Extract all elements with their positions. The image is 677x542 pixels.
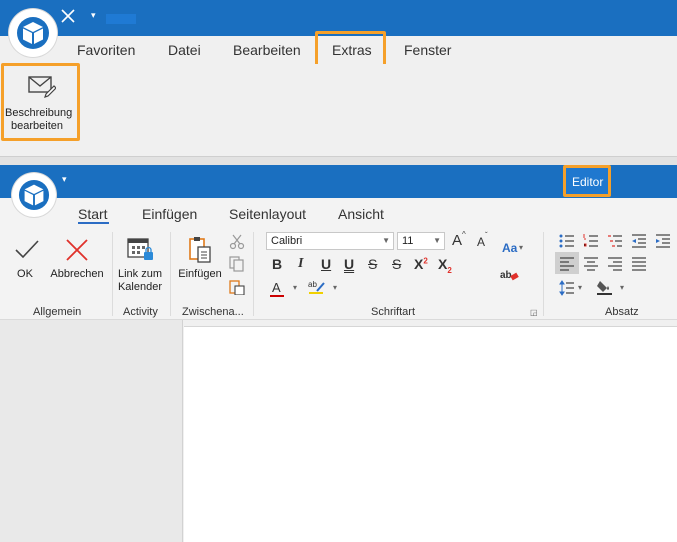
font-color-button[interactable]: A	[272, 280, 281, 295]
group-label-activity: Activity	[123, 306, 158, 318]
menu-datei[interactable]: Datei	[168, 42, 201, 58]
double-strikethrough-button[interactable]: S	[392, 256, 401, 272]
group-divider	[543, 232, 544, 316]
justify-icon[interactable]	[631, 256, 647, 272]
font-size-value: 11	[402, 235, 414, 247]
menu-bearbeiten[interactable]: Bearbeiten	[233, 42, 301, 58]
group-label-font: Schriftart	[371, 306, 416, 318]
subscript-button[interactable]: X2	[438, 256, 452, 275]
align-left-icon[interactable]	[559, 256, 575, 272]
double-underline-button[interactable]: U	[344, 256, 354, 272]
dialog-launcher-icon[interactable]: ◲	[530, 308, 538, 317]
tab-ansicht[interactable]: Ansicht	[338, 206, 384, 222]
line-spacing-icon[interactable]	[559, 280, 575, 296]
strikethrough-button[interactable]: S	[368, 256, 377, 272]
chevron-down-icon: ▾	[519, 243, 524, 252]
link-calendar-label-1[interactable]: Link zum	[115, 268, 165, 281]
font-name-select[interactable]: Calibri ▼	[266, 232, 394, 250]
cut-icon[interactable]	[229, 234, 245, 250]
grow-font-button[interactable]: A	[452, 232, 462, 249]
align-right-icon[interactable]	[607, 256, 623, 272]
group-label-paragraph: Absatz	[605, 306, 639, 318]
chevron-down-icon: ▾	[333, 283, 338, 292]
window-separator	[0, 156, 677, 165]
ok-check-icon	[14, 238, 40, 263]
shading-bucket-icon[interactable]	[596, 278, 612, 295]
paste-special-icon[interactable]	[229, 279, 245, 296]
numbered-list-icon[interactable]	[583, 233, 599, 249]
chevron-down-icon: ▼	[382, 236, 390, 245]
bullet-list-icon[interactable]	[559, 233, 575, 249]
change-case-button[interactable]: Aa	[502, 241, 517, 255]
group-label-allgemein: Allgemein	[33, 306, 82, 318]
link-calendar-label-2[interactable]: Kalender	[115, 281, 165, 294]
cancel-x-icon	[65, 238, 89, 265]
tab-einfuegen[interactable]: Einfügen	[142, 206, 197, 222]
left-pane	[0, 320, 183, 542]
menu-fenster[interactable]: Fenster	[404, 42, 451, 58]
title-bar-filler	[106, 14, 136, 24]
ok-button[interactable]: OK	[10, 268, 40, 281]
copy-icon[interactable]	[229, 256, 245, 272]
subscript-x: X	[438, 256, 448, 272]
bold-button[interactable]: B	[272, 256, 282, 272]
edit-description-button[interactable]	[1, 63, 80, 141]
grow-arrow-icon: ^	[462, 230, 466, 239]
inner-app-logo-icon[interactable]	[12, 173, 56, 217]
increase-indent-icon[interactable]	[655, 233, 671, 249]
app-logo-icon[interactable]	[9, 9, 57, 57]
svg-text:ab: ab	[308, 280, 317, 289]
calendar-link-icon	[127, 235, 155, 266]
align-center-icon[interactable]	[583, 256, 599, 272]
tab-seitenlayout[interactable]: Seitenlayout	[229, 206, 306, 222]
group-divider	[253, 232, 254, 316]
multilevel-list-icon[interactable]	[607, 233, 623, 249]
shrink-font-button[interactable]: A	[477, 235, 485, 249]
paste-button[interactable]: Einfügen	[176, 268, 224, 281]
font-size-select[interactable]: 11 ▼	[397, 232, 445, 250]
italic-button[interactable]: I	[298, 256, 303, 272]
chevron-down-icon: ▾	[578, 283, 583, 292]
superscript-x: X	[414, 256, 424, 272]
tab-start[interactable]: Start	[78, 206, 108, 222]
menu-favoriten[interactable]: Favoriten	[77, 42, 135, 58]
quick-access-dropdown-icon[interactable]: ▾	[91, 10, 96, 21]
editor-badge-highlight	[563, 165, 611, 197]
group-label-clipboard: Zwischena...	[182, 306, 244, 318]
highlight-pen-icon[interactable]: ab	[308, 278, 325, 294]
close-icon[interactable]	[60, 8, 76, 24]
superscript-button[interactable]: X2	[414, 256, 428, 272]
paste-icon	[188, 235, 214, 268]
font-name-value: Calibri	[271, 235, 303, 247]
outer-ribbon: Beschreibung bearbeiten	[0, 64, 677, 158]
group-divider	[170, 232, 171, 316]
active-tab-underline	[78, 222, 109, 224]
inner-quick-access-dropdown-icon[interactable]: ▾	[62, 174, 67, 185]
superscript-2: 2	[423, 256, 428, 266]
subscript-2: 2	[447, 265, 452, 275]
chevron-down-icon: ▾	[620, 283, 625, 292]
cancel-button[interactable]: Abbrechen	[48, 268, 106, 281]
chevron-down-icon: ▼	[433, 236, 441, 245]
inner-ribbon: OK Abbrechen Allgemein Link zum Kalender…	[0, 226, 677, 320]
chevron-down-icon: ▾	[293, 283, 298, 292]
inner-ribbon-tabs: Start Einfügen Seitenlayout Ansicht	[0, 198, 677, 226]
shrink-arrow-icon: ˇ	[485, 231, 488, 240]
underline-button[interactable]: U	[321, 256, 331, 272]
decrease-indent-icon[interactable]	[631, 233, 647, 249]
editor-canvas[interactable]	[184, 326, 677, 542]
group-divider	[112, 232, 113, 316]
font-color-swatch	[270, 295, 284, 297]
